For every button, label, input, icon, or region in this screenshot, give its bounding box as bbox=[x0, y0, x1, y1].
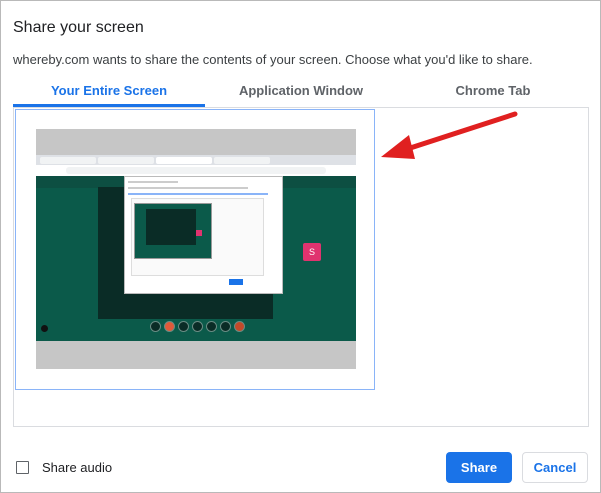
thumb-dialog-line bbox=[128, 187, 248, 189]
thumb-nested-avatar bbox=[196, 230, 202, 236]
thumb-control bbox=[206, 321, 217, 332]
dialog-description: whereby.com wants to share the contents … bbox=[13, 52, 533, 67]
thumb-dialog-line bbox=[128, 181, 178, 183]
share-audio-checkbox[interactable] bbox=[16, 461, 29, 474]
thumb-nested-video bbox=[146, 209, 196, 245]
red-arrow-annotation bbox=[381, 111, 518, 159]
thumb-browser-tab bbox=[40, 157, 96, 164]
thumb-dialog-tabs bbox=[128, 193, 268, 195]
screen-tile[interactable]: S bbox=[15, 109, 375, 390]
thumb-dialog-share-button bbox=[229, 279, 243, 285]
thumb-browser-tab bbox=[98, 157, 154, 164]
thumb-control bbox=[150, 321, 161, 332]
source-tabs: Your Entire Screen Application Window Ch… bbox=[13, 79, 589, 107]
tab-application-window[interactable]: Application Window bbox=[205, 79, 397, 107]
thumb-control bbox=[178, 321, 189, 332]
thumb-info-icon bbox=[41, 325, 48, 332]
thumb-participant-avatar: S bbox=[303, 243, 321, 261]
cancel-button[interactable]: Cancel bbox=[522, 452, 588, 483]
thumb-control bbox=[220, 321, 231, 332]
thumb-room-controls bbox=[150, 321, 246, 335]
thumb-control bbox=[164, 321, 175, 332]
share-audio-label: Share audio bbox=[42, 460, 113, 475]
thumb-control bbox=[192, 321, 203, 332]
share-screen-dialog: Share your screen whereby.com wants to s… bbox=[0, 0, 601, 493]
thumb-browser-tab bbox=[214, 157, 270, 164]
thumb-desktop-bottom bbox=[36, 341, 356, 369]
thumb-desktop-top bbox=[36, 129, 356, 155]
thumb-omnibox bbox=[66, 167, 326, 174]
dialog-title: Share your screen bbox=[13, 19, 144, 36]
share-button[interactable]: Share bbox=[446, 452, 512, 483]
screen-thumbnail: S bbox=[36, 129, 356, 369]
tab-chrome-tab[interactable]: Chrome Tab bbox=[397, 79, 589, 107]
thumb-browser-tab bbox=[156, 157, 212, 164]
thumb-control bbox=[234, 321, 245, 332]
tab-entire-screen[interactable]: Your Entire Screen bbox=[13, 79, 205, 107]
